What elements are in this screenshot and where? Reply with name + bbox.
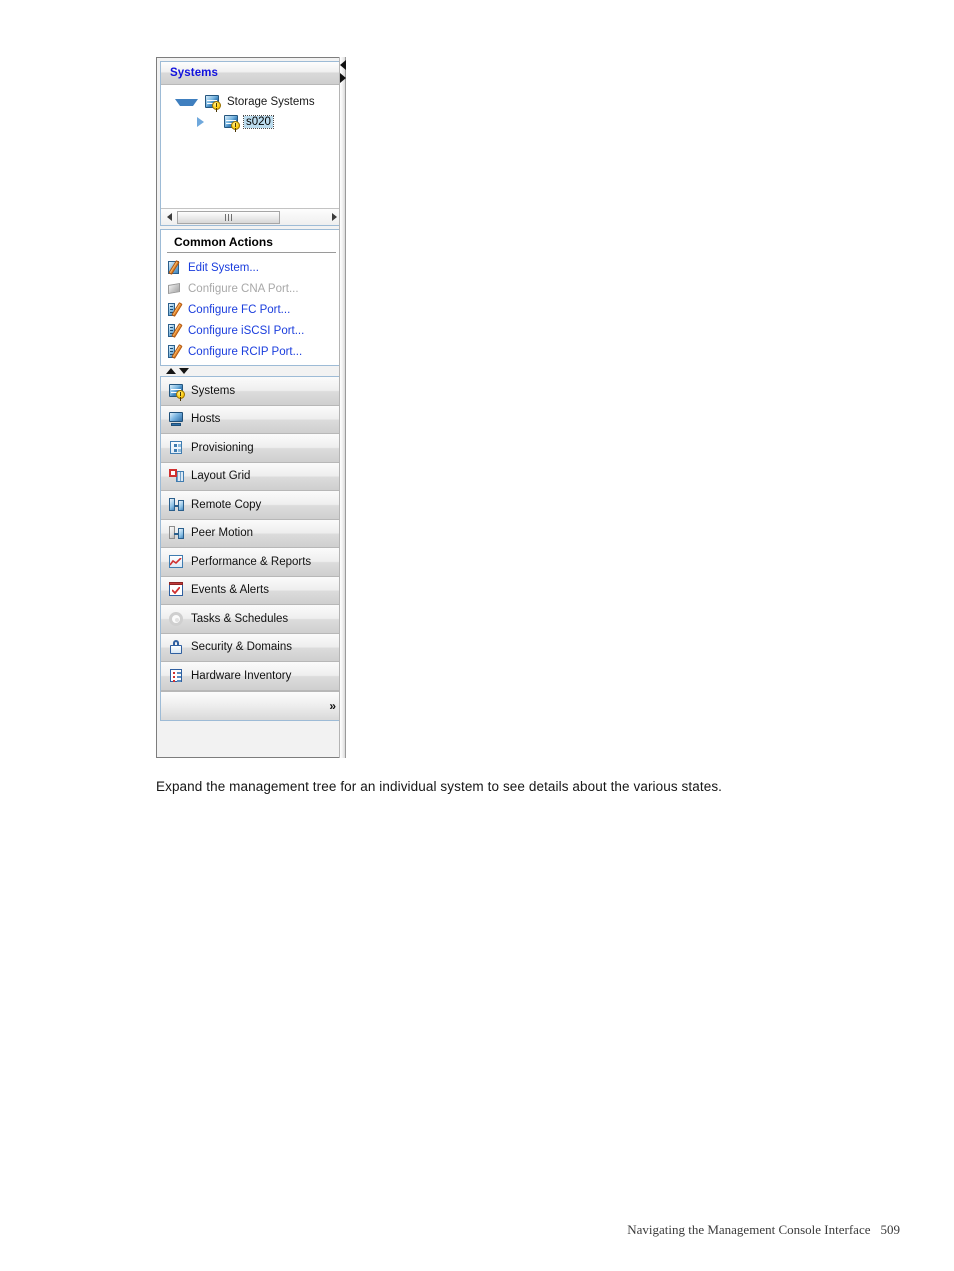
sidebar-item-label: Hosts	[191, 413, 221, 426]
performance-reports-icon	[168, 554, 185, 570]
sidebar-item-tasks-schedules[interactable]: Tasks & Schedules	[161, 605, 342, 634]
sidebar-item-security-domains[interactable]: Security & Domains	[161, 633, 342, 662]
navigation-pane: Systems Hosts Provisioning Layout Grid R…	[160, 376, 343, 691]
footer-page-number: 509	[880, 1222, 901, 1237]
configure-fc-port-icon	[168, 301, 183, 317]
layout-grid-icon	[168, 468, 185, 484]
sidebar-item-label: Layout Grid	[191, 470, 251, 483]
systems-icon	[168, 383, 185, 399]
sidebar-item-label: Systems	[191, 384, 236, 397]
storage-system-warning-icon	[205, 95, 221, 110]
management-console-panel: Systems Storage Systems s020 Common Acti…	[156, 57, 346, 758]
scroll-up-icon[interactable]	[166, 368, 176, 374]
sidebar-item-remote-copy[interactable]: Remote Copy	[161, 491, 342, 520]
check-icon	[172, 587, 180, 595]
chevron-right-icon[interactable]	[197, 117, 217, 127]
collapse-left-icon[interactable]	[340, 60, 346, 70]
action-label: Configure RCIP Port...	[188, 345, 303, 358]
sidebar-item-label: Remote Copy	[191, 498, 262, 511]
hosts-icon	[168, 411, 185, 427]
remote-copy-icon	[168, 497, 185, 513]
sidebar-item-label: Events & Alerts	[191, 584, 269, 597]
common-actions-scroll-controls[interactable]	[160, 366, 343, 376]
sidebar-item-label: Provisioning	[191, 441, 254, 454]
provisioning-icon	[168, 440, 185, 456]
chevron-down-icon[interactable]	[175, 98, 198, 106]
sidebar-item-performance-reports[interactable]: Performance & Reports	[161, 548, 342, 577]
common-actions-title: Common Actions	[167, 234, 336, 253]
trend-line-icon	[170, 557, 182, 566]
sidebar-item-layout-grid[interactable]: Layout Grid	[161, 462, 342, 491]
sidebar-item-label: Hardware Inventory	[191, 669, 292, 682]
gear-icon	[168, 611, 185, 627]
expand-right-icon[interactable]	[340, 73, 346, 83]
panel-splitter[interactable]	[339, 57, 346, 758]
action-configure-rcip-port[interactable]: Configure RCIP Port...	[161, 341, 342, 362]
navigation-footer: »	[160, 690, 343, 721]
action-label: Configure iSCSI Port...	[188, 324, 305, 337]
page-title: Systems	[170, 67, 219, 79]
lock-icon	[168, 639, 185, 655]
action-edit-system[interactable]: Edit System...	[161, 257, 342, 278]
arrow-right-icon	[331, 213, 337, 221]
sidebar-item-label: Tasks & Schedules	[191, 612, 289, 625]
action-label: Configure CNA Port...	[188, 282, 299, 295]
events-alerts-icon	[168, 582, 185, 598]
sidebar-item-peer-motion[interactable]: Peer Motion	[161, 519, 342, 548]
configure-cna-port-icon	[168, 282, 183, 296]
page-footer: Navigating the Management Console Interf…	[0, 1222, 900, 1238]
systems-tree-body[interactable]: Storage Systems s020	[161, 85, 342, 208]
action-label: Edit System...	[188, 261, 259, 274]
common-actions-section: Common Actions Edit System... Configure …	[160, 229, 343, 366]
sidebar-item-label: Security & Domains	[191, 641, 292, 654]
scrollbar-thumb[interactable]	[177, 210, 280, 224]
sidebar-item-label: Peer Motion	[191, 527, 254, 540]
tree-node-label-selected: s020	[243, 115, 274, 129]
tree-node-s020[interactable]: s020	[161, 112, 342, 132]
grip-icon	[225, 213, 232, 221]
chevron-double-right-icon[interactable]: »	[329, 700, 336, 712]
systems-tree-section: Systems Storage Systems s020	[160, 61, 343, 226]
scrollbar-track[interactable]	[177, 210, 326, 225]
sidebar-item-label: Performance & Reports	[191, 555, 312, 568]
panel-splitter-arrows[interactable]	[338, 58, 348, 98]
storage-system-warning-icon	[224, 115, 240, 130]
action-configure-fc-port[interactable]: Configure FC Port...	[161, 299, 342, 320]
sidebar-item-events-alerts[interactable]: Events & Alerts	[161, 576, 342, 605]
tree-node-storage-systems[interactable]: Storage Systems	[161, 92, 342, 112]
configure-iscsi-port-icon	[168, 322, 183, 338]
edit-system-icon	[168, 259, 183, 275]
action-label: Configure FC Port...	[188, 303, 291, 316]
configure-rcip-port-icon	[168, 343, 183, 359]
body-paragraph: Expand the management tree for an indivi…	[156, 779, 723, 794]
hardware-inventory-icon	[168, 668, 185, 684]
tree-horizontal-scrollbar[interactable]	[161, 208, 342, 225]
sidebar-item-hosts[interactable]: Hosts	[161, 405, 342, 434]
tree-node-label: Storage Systems	[227, 96, 315, 108]
action-configure-cna-port: Configure CNA Port...	[161, 278, 342, 299]
arrow-left-icon	[166, 213, 172, 221]
scroll-down-icon[interactable]	[179, 368, 189, 374]
action-configure-iscsi-port[interactable]: Configure iSCSI Port...	[161, 320, 342, 341]
sidebar-item-provisioning[interactable]: Provisioning	[161, 434, 342, 463]
scroll-left-button[interactable]	[161, 210, 177, 225]
sidebar-item-systems[interactable]: Systems	[161, 377, 342, 406]
footer-section-title: Navigating the Management Console Interf…	[627, 1222, 871, 1237]
systems-tree-header: Systems	[161, 62, 342, 85]
peer-motion-icon	[168, 525, 185, 541]
sidebar-item-hardware-inventory[interactable]: Hardware Inventory	[161, 662, 342, 691]
